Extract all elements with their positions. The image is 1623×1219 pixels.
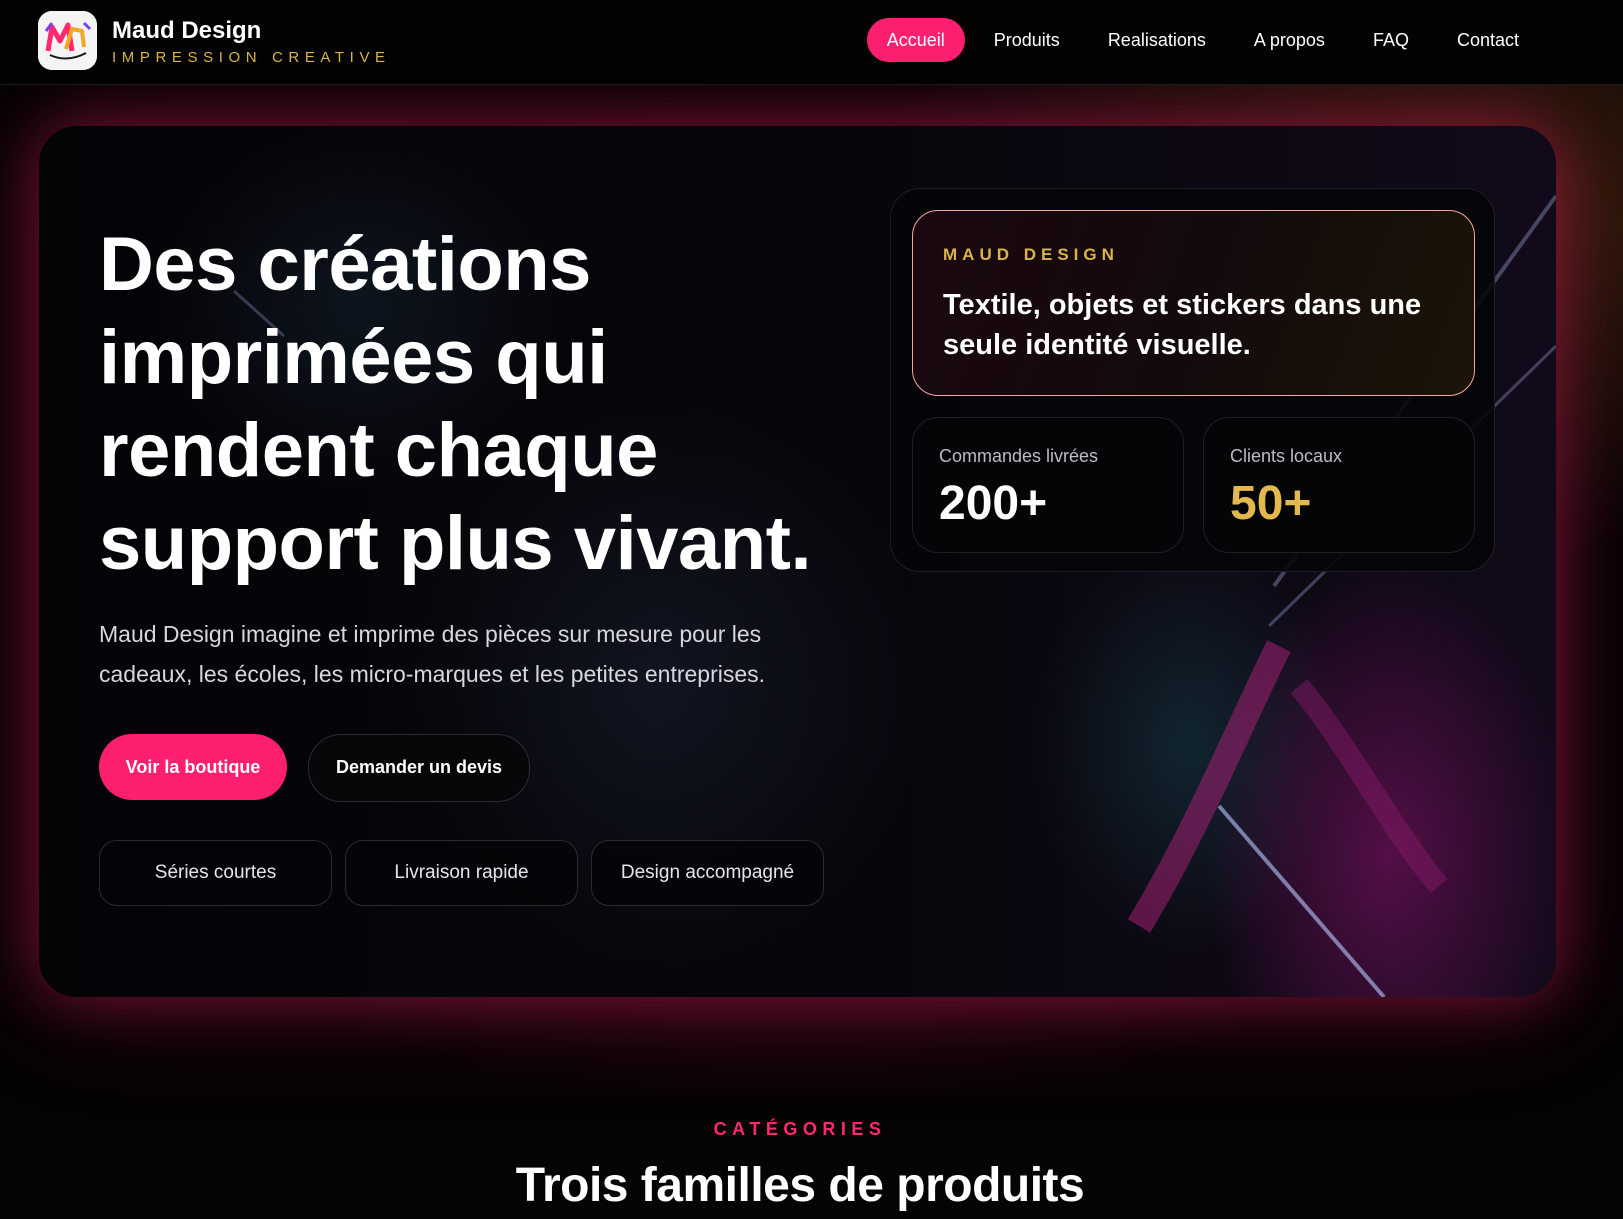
chip-series-courtes: Séries courtes (99, 840, 332, 906)
main-nav: Accueil Produits Realisations A propos F… (866, 18, 1543, 62)
stat-value: 200+ (939, 477, 1048, 530)
hero-description: Maud Design imagine et imprime des pièce… (99, 621, 766, 687)
hero-title: Des créations imprimées qui rendent chaq… (99, 222, 812, 586)
stat-clients-locaux: Clients locaux 50+ (1203, 417, 1475, 553)
feature-text: Textile, objets et stickers dans une seu… (943, 289, 1422, 361)
hero-section: Des créations imprimées qui rendent chaq… (39, 126, 1556, 997)
chip-livraison-rapide: Livraison rapide (345, 840, 578, 906)
nav-item-realisations[interactable]: Realisations (1084, 18, 1230, 62)
nav-item-faq[interactable]: FAQ (1349, 18, 1433, 62)
categories-kicker: CATÉGORIES (713, 1119, 887, 1139)
stat-commandes-livrees: Commandes livrées 200+ (912, 417, 1184, 553)
feature-kicker: MAUD DESIGN (943, 245, 1119, 264)
nav-item-contact[interactable]: Contact (1433, 18, 1543, 62)
nav-item-a-propos[interactable]: A propos (1230, 18, 1349, 62)
brand-name[interactable]: Maud Design (112, 17, 261, 45)
nav-item-produits[interactable]: Produits (970, 18, 1084, 62)
categories-title: Trois familles de produits (515, 1159, 1085, 1212)
site-header: Maud Design IMPRESSION CREATIVE Accueil … (0, 0, 1623, 85)
feature-card: MAUD DESIGN Textile, objets et stickers … (912, 210, 1475, 396)
chip-design-accompagne: Design accompagné (591, 840, 824, 906)
highlights-panel: MAUD DESIGN Textile, objets et stickers … (890, 188, 1495, 572)
nav-item-accueil[interactable]: Accueil (866, 18, 965, 62)
stat-label: Clients locaux (1230, 446, 1343, 466)
demander-un-devis-button[interactable]: Demander un devis (308, 734, 530, 802)
brand-tagline: IMPRESSION CREATIVE (112, 49, 391, 66)
voir-la-boutique-button[interactable]: Voir la boutique (99, 734, 287, 800)
stat-label: Commandes livrées (939, 446, 1099, 466)
stat-value: 50+ (1230, 477, 1312, 530)
maud-design-logo-icon[interactable] (38, 11, 97, 70)
